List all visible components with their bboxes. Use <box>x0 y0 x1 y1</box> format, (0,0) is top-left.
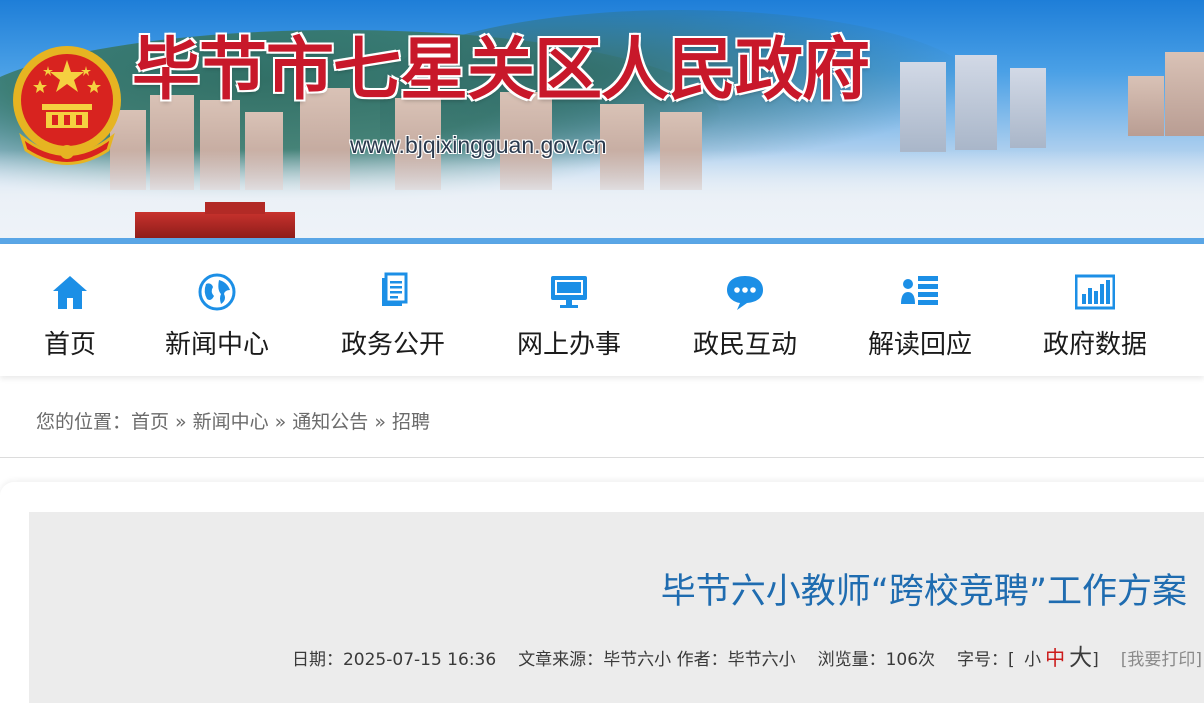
banner-building <box>955 55 997 150</box>
document-icon <box>382 272 408 306</box>
banner-red-building <box>135 202 295 238</box>
breadcrumb-divider <box>0 457 1204 458</box>
article-date: 2025-07-15 16:36 <box>342 650 497 670</box>
source-label: 文章来源： <box>518 650 604 670</box>
site-banner: 毕节市七星关区人民政府 www.bjqixingguan.gov.cn <box>0 0 1204 238</box>
breadcrumb-link-news[interactable]: 新闻中心 <box>193 411 269 433</box>
font-size-large-button[interactable]: 大 <box>1069 645 1092 671</box>
breadcrumb-link-recruitment[interactable]: 招聘 <box>392 411 430 433</box>
nav-item-label: 解读回应 <box>867 330 972 360</box>
nav-item-online-services[interactable]: 网上办事 <box>494 244 644 376</box>
nav-item-gov-data[interactable]: 政府数据 <box>1020 244 1170 376</box>
chat-bubble-icon <box>727 276 763 310</box>
breadcrumb-link-home[interactable]: 首页 <box>131 411 169 433</box>
font-size-label: 字号：[ <box>957 650 1015 670</box>
breadcrumb: 您的位置：首页» 新闻中心» 通知公告» 招聘 <box>36 407 430 434</box>
breadcrumb-prefix: 您的位置： <box>36 411 132 433</box>
nav-item-label: 政府数据 <box>1042 330 1147 360</box>
banner-building <box>900 62 946 152</box>
article-source: 毕节六小 <box>603 650 672 670</box>
nav-item-interpretation[interactable]: 解读回应 <box>845 244 995 376</box>
nav-item-gov-affairs[interactable]: 政务公开 <box>318 244 468 376</box>
nav-item-label: 首页 <box>43 330 96 360</box>
date-label: 日期： <box>291 650 343 670</box>
author-label: 作者： <box>676 650 728 670</box>
views-label: 浏览量： <box>817 650 886 670</box>
site-title: 毕节市七星关区人民政府 <box>132 30 870 110</box>
nav-item-label: 网上办事 <box>516 330 621 360</box>
home-icon <box>53 276 87 309</box>
national-emblem-icon <box>13 46 121 165</box>
article-author: 毕节六小 <box>727 650 796 670</box>
font-size-small-button[interactable]: 小 <box>1024 650 1041 670</box>
article-views: 106次 <box>885 650 936 670</box>
nav-item-label: 新闻中心 <box>164 330 269 360</box>
breadcrumb-link-notices[interactable]: 通知公告 <box>292 411 368 433</box>
article-meta: 日期：2025-07-15 16:36 文章来源：毕节六小 作者：毕节六小 浏览量：… <box>292 638 1202 672</box>
monitor-icon <box>551 276 587 308</box>
bar-chart-icon <box>1075 274 1115 310</box>
print-link[interactable]: [我要打印] <box>1121 650 1202 670</box>
nav-item-home[interactable]: 首页 <box>0 244 145 376</box>
banner-building <box>1128 76 1164 136</box>
banner-building <box>1165 52 1204 136</box>
breadcrumb-separator: » <box>274 411 287 433</box>
main-nav: 首页 新闻中心 政务公开 网上办事 政民互动 解读回应 政府数据 <box>0 244 1204 376</box>
breadcrumb-separator: » <box>374 411 386 433</box>
banner-building <box>1010 68 1046 148</box>
breadcrumb-separator: » <box>175 411 187 433</box>
nav-item-label: 政务公开 <box>340 330 445 360</box>
nav-item-interaction[interactable]: 政民互动 <box>670 244 820 376</box>
site-url: www.bjqixingguan.gov.cn <box>350 132 607 158</box>
user-list-icon <box>901 276 938 305</box>
nav-item-label: 政民互动 <box>692 330 797 360</box>
article-title: 毕节六小教师“跨校竞聘”工作方案 <box>660 572 1187 612</box>
globe-icon <box>198 273 236 311</box>
font-size-close: ] <box>1092 650 1099 670</box>
nav-item-news[interactable]: 新闻中心 <box>142 244 292 376</box>
font-size-medium-button[interactable]: 中 <box>1045 646 1065 670</box>
